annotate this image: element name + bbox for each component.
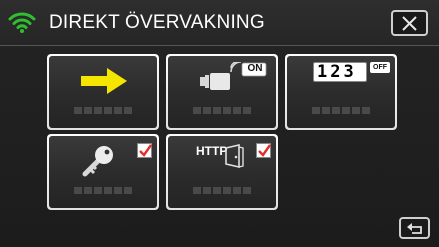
page-title: DIREKT ÖVERVAKNING	[49, 12, 265, 33]
wifi-icon	[8, 11, 36, 38]
tile-arrow[interactable]	[47, 54, 159, 130]
back-return-icon	[407, 223, 422, 234]
http-door-icon	[223, 143, 245, 175]
tile-label-placeholder	[73, 184, 133, 197]
tile-key[interactable]	[47, 134, 159, 210]
tile-counter[interactable]: 123 OFF	[285, 54, 397, 130]
back-button[interactable]	[399, 217, 430, 239]
tile-label-placeholder	[192, 104, 252, 117]
close-icon	[402, 16, 417, 31]
tile-label-placeholder	[73, 104, 133, 117]
screen: DIREKT ÖVERVAKNING ON 123 OFF HTTP	[0, 0, 439, 247]
tile-camera-on[interactable]: ON	[166, 54, 278, 130]
checkbox-checked[interactable]	[137, 143, 152, 158]
tile-label-placeholder	[311, 104, 371, 117]
tile-label-placeholder	[192, 184, 252, 197]
key-icon	[81, 144, 117, 183]
counter-icon: 123	[313, 62, 367, 82]
check-mark-icon	[139, 144, 152, 157]
counter-digits: 123	[317, 62, 357, 82]
tile-http[interactable]: HTTP	[166, 134, 278, 210]
arrow-right-icon	[79, 66, 129, 101]
title-bar: DIREKT ÖVERVAKNING	[0, 0, 439, 46]
off-badge: OFF	[370, 62, 390, 73]
checkbox-checked[interactable]	[256, 143, 271, 158]
check-mark-icon	[258, 144, 271, 157]
close-button[interactable]	[391, 10, 428, 36]
on-badge: ON	[247, 63, 263, 74]
